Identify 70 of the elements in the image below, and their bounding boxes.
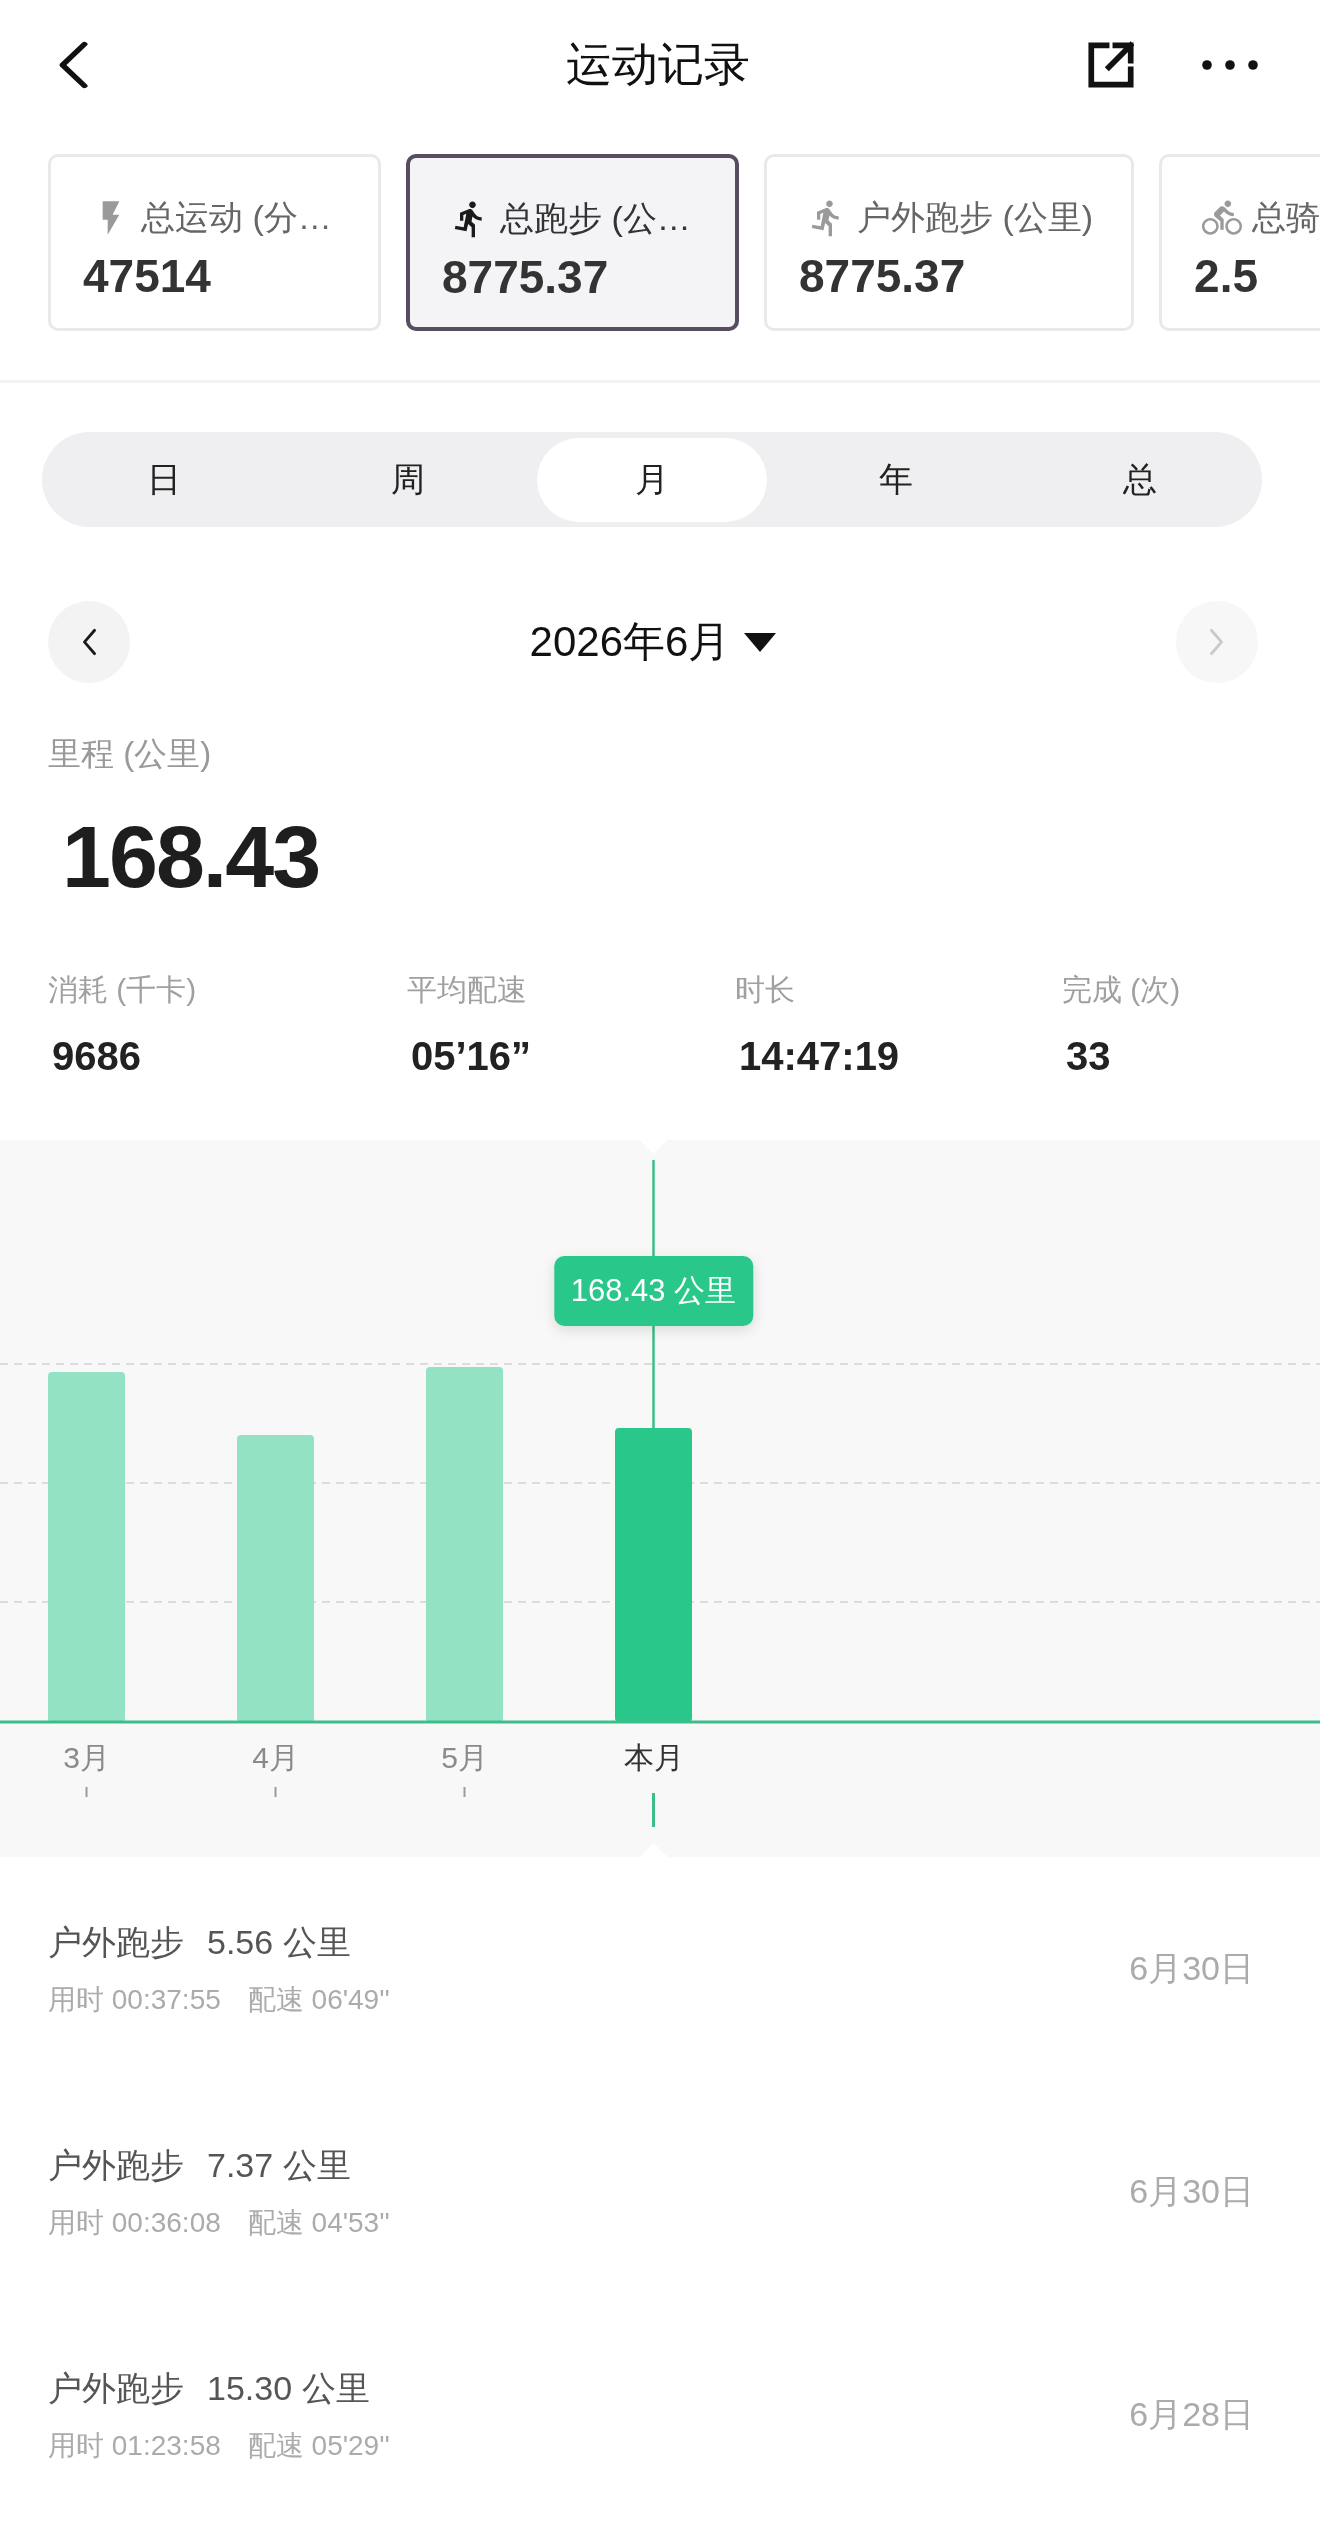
stat-label: 完成 (次) bbox=[1062, 972, 1181, 1008]
workout-record[interactable]: 户外跑步 5.56 公里 用时 00:37:55 配速 06'49'' 6月30日 bbox=[0, 1857, 1320, 2080]
chevron-right-icon bbox=[1209, 628, 1225, 656]
stat-label: 消耗 (千卡) bbox=[48, 972, 197, 1008]
workout-pace: 配速 06'49'' bbox=[247, 1982, 390, 2017]
workout-type: 户外跑步 bbox=[48, 2367, 184, 2409]
cyclist-icon bbox=[1202, 198, 1243, 238]
stat-value: 33 bbox=[1065, 1033, 1111, 1080]
stat-value: 14:47:19 bbox=[738, 1033, 900, 1080]
back-button[interactable] bbox=[57, 40, 90, 90]
value-tooltip: 168.43 公里 bbox=[553, 1256, 754, 1326]
bar[interactable] bbox=[426, 1367, 503, 1722]
card-label: 总运动 (分… bbox=[141, 197, 332, 238]
stat-card[interactable]: 总骑 2.5 bbox=[1159, 154, 1320, 331]
card-value: 8775.37 bbox=[799, 251, 967, 301]
workout-type: 户外跑步 bbox=[48, 2144, 184, 2186]
date-picker-button[interactable]: 2026年6月 bbox=[529, 614, 777, 670]
card-value: 8775.37 bbox=[442, 252, 610, 302]
axis-tick bbox=[85, 1786, 88, 1798]
workout-duration: 用时 00:36:08 bbox=[48, 2205, 221, 2240]
workout-pace: 配速 04'53'' bbox=[247, 2205, 390, 2240]
page-title: 运动记录 bbox=[565, 37, 750, 92]
workout-date: 6月30日 bbox=[1129, 1947, 1254, 1989]
stat-card[interactable]: 总跑步 (公… 8775.37 bbox=[406, 154, 739, 331]
workout-distance: 7.37 公里 bbox=[207, 2144, 351, 2186]
workout-date: 6月28日 bbox=[1129, 2393, 1254, 2435]
mileage-value: 168.43 bbox=[62, 807, 321, 907]
workout-date: 6月30日 bbox=[1129, 2170, 1254, 2212]
selected-tick bbox=[652, 1793, 655, 1827]
workout-duration: 用时 01:23:58 bbox=[48, 2428, 221, 2463]
workout-distance: 5.56 公里 bbox=[207, 1921, 351, 1963]
bar[interactable] bbox=[48, 1372, 125, 1722]
workout-duration: 用时 00:37:55 bbox=[48, 1982, 221, 2017]
axis-tick bbox=[463, 1786, 466, 1798]
stat-label: 时长 bbox=[735, 972, 795, 1008]
month-label: 4月 bbox=[252, 1741, 299, 1774]
bar[interactable] bbox=[237, 1435, 314, 1722]
stat-card[interactable]: 总运动 (分… 47514 bbox=[48, 154, 381, 331]
workout-record[interactable]: 户外跑步 7.37 公里 用时 00:36:08 配速 04'53'' 6月30日 bbox=[0, 2080, 1320, 2303]
chevron-left-icon bbox=[81, 628, 97, 656]
period-tab[interactable]: 周 bbox=[293, 437, 523, 522]
axis-tick bbox=[274, 1786, 277, 1798]
period-tab[interactable]: 年 bbox=[781, 437, 1011, 522]
period-tab[interactable]: 总 bbox=[1025, 437, 1255, 522]
share-button[interactable] bbox=[1088, 41, 1134, 89]
card-label: 总骑 bbox=[1252, 197, 1320, 238]
month-label: 本月 bbox=[623, 1741, 684, 1774]
period-tab[interactable]: 月 bbox=[537, 437, 767, 522]
workout-pace: 配速 05'29'' bbox=[247, 2428, 390, 2463]
back-icon bbox=[57, 40, 90, 90]
stat-value: 05’16” bbox=[410, 1033, 532, 1080]
workout-distance: 15.30 公里 bbox=[207, 2367, 370, 2409]
stat-card[interactable]: 户外跑步 (公里) 8775.37 bbox=[764, 154, 1135, 331]
bar[interactable] bbox=[615, 1428, 692, 1722]
month-label: 5月 bbox=[441, 1741, 488, 1774]
card-label: 总跑步 (公… bbox=[500, 198, 691, 239]
mileage-label: 里程 (公里) bbox=[48, 734, 213, 774]
month-label: 3月 bbox=[63, 1741, 110, 1774]
stat-value: 9686 bbox=[51, 1033, 141, 1080]
more-icon bbox=[1202, 60, 1258, 70]
caret-icon bbox=[744, 632, 777, 652]
workout-type: 户外跑步 bbox=[48, 1921, 184, 1963]
period-tab[interactable]: 日 bbox=[49, 437, 279, 522]
stat-label: 平均配速 bbox=[407, 972, 527, 1008]
card-value: 47514 bbox=[83, 251, 212, 301]
card-label: 户外跑步 (公里) bbox=[857, 197, 1094, 238]
workout-record[interactable]: 户外跑步 15.30 公里 用时 01:23:58 配速 05'29'' 6月28日 bbox=[0, 2303, 1320, 2526]
share-icon bbox=[1088, 41, 1134, 89]
card-value: 2.5 bbox=[1194, 251, 1260, 301]
more-button[interactable] bbox=[1202, 60, 1258, 70]
